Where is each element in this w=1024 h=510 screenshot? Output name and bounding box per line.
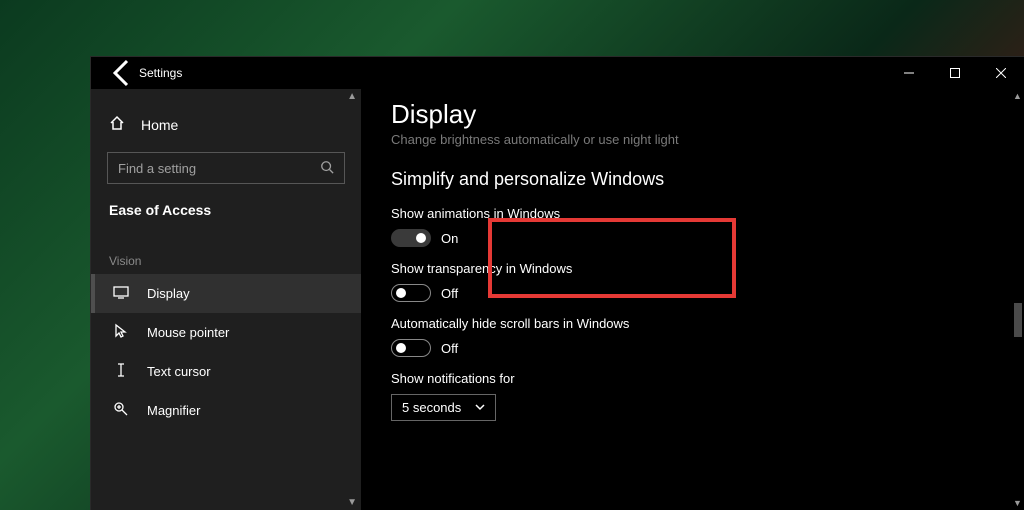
maximize-button[interactable] [932,57,978,89]
main-scrollbar[interactable]: ▲ ▼ [1010,89,1024,510]
text-cursor-icon [113,362,129,381]
chevron-down-icon [475,400,485,415]
setting-transparency: Show transparency in Windows Off [391,261,994,302]
sidebar-item-magnifier[interactable]: Magnifier [91,391,361,430]
setting-notifications: Show notifications for 5 seconds [391,371,994,421]
setting-label: Show animations in Windows [391,206,994,221]
window-controls [886,57,1024,89]
minimize-button[interactable] [886,57,932,89]
close-button[interactable] [978,57,1024,89]
back-button[interactable] [107,57,139,89]
sidebar-scroll-down[interactable]: ▼ [347,497,357,508]
search-icon [320,160,334,177]
settings-window: Settings ▲ Home Find a setting [90,56,1024,510]
page-subtitle: Change brightness automatically or use n… [391,132,994,147]
search-input[interactable]: Find a setting [107,152,345,184]
setting-animations: Show animations in Windows On [391,206,994,247]
sidebar-item-mouse-pointer[interactable]: Mouse pointer [91,313,361,352]
toggle-animations[interactable] [391,229,431,247]
toggle-state: On [441,231,458,246]
toggle-state: Off [441,341,458,356]
sidebar-item-label: Display [147,286,190,301]
page-title: Display [391,99,994,130]
window-title: Settings [139,66,182,80]
magnifier-icon [113,401,129,420]
cursor-icon [113,323,129,342]
sidebar-item-label: Text cursor [147,364,211,379]
main-panel: Display Change brightness automatically … [361,89,1024,510]
scroll-thumb[interactable] [1014,303,1022,337]
titlebar: Settings [91,57,1024,89]
toggle-state: Off [441,286,458,301]
section-heading: Simplify and personalize Windows [391,169,994,190]
display-icon [113,284,129,303]
scroll-down-icon[interactable]: ▼ [1013,498,1022,508]
select-value: 5 seconds [402,400,461,415]
sidebar: ▲ Home Find a setting Ease of Access Vis… [91,89,361,510]
sidebar-item-display[interactable]: Display [91,274,361,313]
setting-scrollbars: Automatically hide scroll bars in Window… [391,316,994,357]
notifications-select[interactable]: 5 seconds [391,394,496,421]
sidebar-scroll-up[interactable]: ▲ [347,91,357,102]
sidebar-group-vision: Vision [91,254,361,274]
sidebar-item-label: Magnifier [147,403,200,418]
setting-label: Automatically hide scroll bars in Window… [391,316,994,331]
toggle-transparency[interactable] [391,284,431,302]
home-icon [109,115,125,134]
setting-label: Show transparency in Windows [391,261,994,276]
toggle-scrollbars[interactable] [391,339,431,357]
home-link[interactable]: Home [91,105,361,144]
home-label: Home [141,117,178,133]
scroll-up-icon[interactable]: ▲ [1013,91,1022,101]
sidebar-heading: Ease of Access [91,198,361,236]
setting-label: Show notifications for [391,371,994,386]
search-placeholder: Find a setting [118,161,320,176]
sidebar-item-label: Mouse pointer [147,325,229,340]
sidebar-item-text-cursor[interactable]: Text cursor [91,352,361,391]
